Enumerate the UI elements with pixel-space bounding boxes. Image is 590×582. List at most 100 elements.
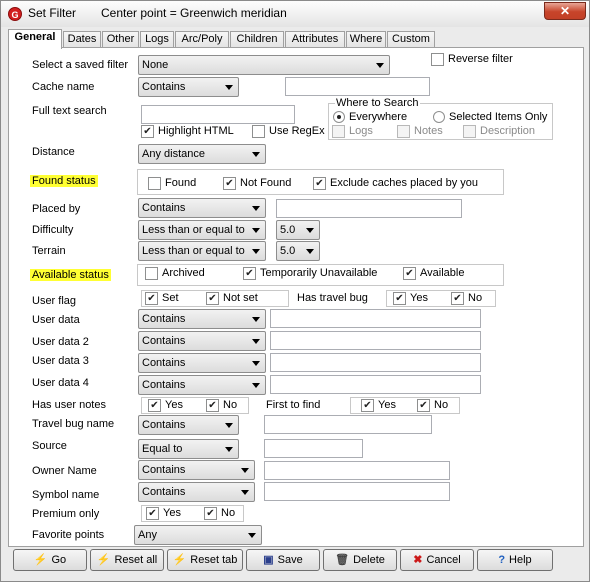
reset-all-button[interactable]: ⚡ Reset all <box>90 549 164 571</box>
reverse-filter-checkbox[interactable]: Reverse filter <box>431 53 513 66</box>
tab-children[interactable]: Children <box>230 31 284 48</box>
placed-by-input[interactable] <box>276 199 462 218</box>
user-notes-yes-checkbox[interactable]: ✔ Yes <box>148 399 183 412</box>
terrain-label: Terrain <box>32 245 66 257</box>
difficulty-label: Difficulty <box>32 224 74 236</box>
user-flag-label: User flag <box>32 295 77 307</box>
user-notes-no-checkbox[interactable]: ✔ No <box>206 399 237 412</box>
cache-name-operator[interactable]: Contains <box>138 77 239 97</box>
found-status-label: Found status <box>30 175 98 187</box>
user-data-operator[interactable]: Contains <box>138 309 266 329</box>
tab-logs[interactable]: Logs <box>140 31 174 48</box>
saved-filter-label: Select a saved filter <box>32 59 128 71</box>
travel-bug-name-label: Travel bug name <box>32 418 115 430</box>
close-button[interactable]: ✕ <box>544 2 586 20</box>
trash-icon: 🗑 <box>335 554 350 566</box>
first-to-find-no-checkbox[interactable]: ✔ No <box>417 399 448 412</box>
has-travel-bug-label: Has travel bug <box>297 292 368 304</box>
user-data-2-label: User data 2 <box>32 336 89 348</box>
owner-name-input[interactable] <box>264 461 450 480</box>
go-button[interactable]: ⚡ Go <box>13 549 87 571</box>
cache-name-label: Cache name <box>32 81 95 93</box>
tab-arc-poly[interactable]: Arc/Poly <box>175 31 229 48</box>
premium-yes-checkbox[interactable]: ✔ Yes <box>146 507 181 520</box>
reset-tab-button[interactable]: ⚡ Reset tab <box>167 549 243 571</box>
window-title: Set Filter <box>28 6 77 20</box>
source-input[interactable] <box>264 439 363 458</box>
tab-custom[interactable]: Custom <box>387 31 435 48</box>
user-data-2-input[interactable] <box>270 331 481 350</box>
everywhere-radio[interactable]: Everywhere <box>333 111 407 124</box>
user-flag-set-checkbox[interactable]: ✔ Set <box>145 292 179 305</box>
user-data-2-operator[interactable]: Contains <box>138 331 266 351</box>
app-icon: G <box>8 7 22 21</box>
full-text-search-input[interactable] <box>141 105 295 124</box>
favorite-points-select[interactable]: Any <box>134 525 262 545</box>
premium-no-checkbox[interactable]: ✔ No <box>204 507 235 520</box>
use-regex-checkbox[interactable]: Use RegEx <box>252 125 325 138</box>
user-flag-not-set-checkbox[interactable]: ✔ Not set <box>206 292 258 305</box>
difficulty-operator[interactable]: Less than or equal to <box>138 220 266 240</box>
logs-checkbox[interactable]: Logs <box>332 125 373 138</box>
symbol-name-operator[interactable]: Contains <box>138 482 255 502</box>
center-point-label: Center point = Greenwich meridian <box>101 6 287 20</box>
terrain-value[interactable]: 5.0 <box>276 241 320 261</box>
description-checkbox[interactable]: Description <box>463 125 535 138</box>
user-data-3-operator[interactable]: Contains <box>138 353 266 373</box>
archived-checkbox[interactable]: Archived <box>145 267 205 280</box>
tab-general[interactable]: General <box>8 29 62 49</box>
where-to-search-label: Where to Search <box>335 97 420 109</box>
first-to-find-yes-checkbox[interactable]: ✔ Yes <box>361 399 396 412</box>
user-data-3-input[interactable] <box>270 353 481 372</box>
premium-only-label: Premium only <box>32 508 100 520</box>
cancel-button[interactable]: ✖ Cancel <box>400 549 474 571</box>
has-user-notes-label: Has user notes <box>32 399 106 411</box>
selected-items-only-radio[interactable]: Selected Items Only <box>433 111 547 124</box>
tab-where[interactable]: Where <box>346 31 386 48</box>
notes-checkbox[interactable]: Notes <box>397 125 443 138</box>
cache-name-input[interactable] <box>285 77 430 96</box>
owner-name-label: Owner Name <box>32 465 97 477</box>
exclude-own-caches-checkbox[interactable]: ✔ Exclude caches placed by you <box>313 177 478 190</box>
favorite-points-label: Favorite points <box>32 529 105 541</box>
owner-name-operator[interactable]: Contains <box>138 460 255 480</box>
saved-filter-select[interactable]: None <box>138 55 390 75</box>
title-bar: G Set Filter Center point = Greenwich me… <box>1 1 589 27</box>
found-checkbox[interactable]: Found <box>148 177 196 190</box>
lightning-icon: ⚡ <box>96 554 111 566</box>
help-button[interactable]: ? Help <box>477 549 553 571</box>
symbol-name-input[interactable] <box>264 482 450 501</box>
tab-dates[interactable]: Dates <box>63 31 101 48</box>
temporarily-unavailable-checkbox[interactable]: ✔ Temporarily Unavailable <box>243 267 377 280</box>
user-data-4-input[interactable] <box>270 375 481 394</box>
set-filter-window: G Set Filter Center point = Greenwich me… <box>0 0 590 582</box>
red-x-icon: ✖ <box>413 554 423 566</box>
symbol-name-label: Symbol name <box>32 489 100 501</box>
not-found-checkbox[interactable]: ✔ Not Found <box>223 177 291 190</box>
source-operator[interactable]: Equal to <box>138 439 239 459</box>
terrain-operator[interactable]: Less than or equal to <box>138 241 266 261</box>
available-status-label: Available status <box>30 269 111 281</box>
placed-by-operator[interactable]: Contains <box>138 198 266 218</box>
first-to-find-label: First to find <box>266 399 321 411</box>
save-button[interactable]: ▣ Save <box>246 549 320 571</box>
source-label: Source <box>32 440 67 452</box>
travel-bug-name-operator[interactable]: Contains <box>138 415 239 435</box>
user-data-4-operator[interactable]: Contains <box>138 375 266 395</box>
full-text-search-label: Full text search <box>32 105 107 117</box>
distance-select[interactable]: Any distance <box>138 144 266 164</box>
tab-other[interactable]: Other <box>102 31 139 48</box>
travel-bug-yes-checkbox[interactable]: ✔ Yes <box>393 292 428 305</box>
lightning-icon: ⚡ <box>172 554 187 566</box>
placed-by-label: Placed by <box>32 203 81 215</box>
highlight-html-checkbox[interactable]: ✔ Highlight HTML <box>141 125 234 138</box>
user-data-label: User data <box>32 314 80 326</box>
difficulty-value[interactable]: 5.0 <box>276 220 320 240</box>
travel-bug-name-input[interactable] <box>264 415 432 434</box>
available-checkbox[interactable]: ✔ Available <box>403 267 464 280</box>
tab-attributes[interactable]: Attributes <box>285 31 345 48</box>
travel-bug-no-checkbox[interactable]: ✔ No <box>451 292 482 305</box>
delete-button[interactable]: 🗑 Delete <box>323 549 397 571</box>
user-data-input[interactable] <box>270 309 481 328</box>
help-question-icon: ? <box>498 554 506 566</box>
